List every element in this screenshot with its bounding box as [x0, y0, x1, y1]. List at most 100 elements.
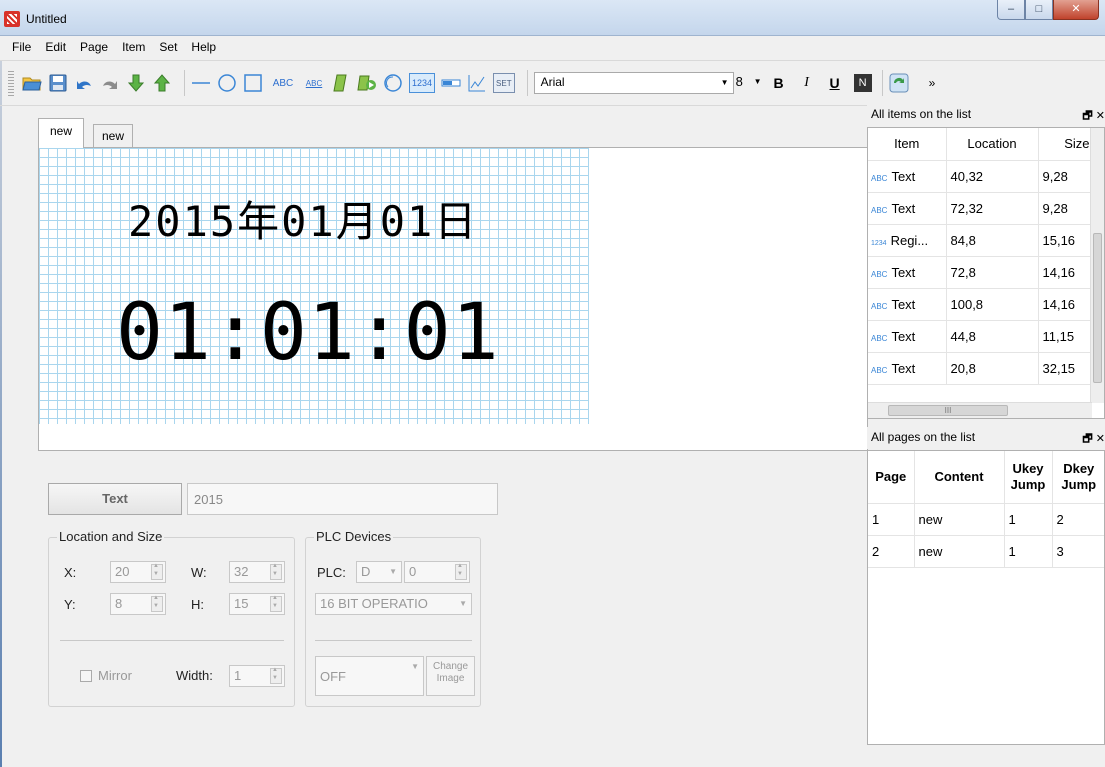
column-header[interactable]: Dkey Jump: [1052, 451, 1104, 504]
operation-select[interactable]: 16 BIT OPERATIO: [315, 593, 472, 615]
move-up-icon[interactable]: [152, 73, 172, 93]
italic-button[interactable]: I: [794, 72, 820, 94]
menu-page[interactable]: Page: [74, 38, 116, 58]
ukey-cell: 1: [1004, 535, 1053, 568]
table-row[interactable]: 2 new 1 3: [868, 535, 1104, 568]
location-cell: 44,8: [946, 320, 1039, 353]
column-header[interactable]: Size: [1038, 128, 1095, 161]
lcd-date-text[interactable]: 2015年01月01日: [128, 188, 478, 249]
size-cell: 9,28: [1038, 160, 1095, 193]
set-icon[interactable]: SET: [493, 73, 515, 93]
plc-address-spinbox[interactable]: 0: [404, 561, 470, 583]
font-select[interactable]: Arial: [533, 72, 734, 94]
menu-file[interactable]: File: [6, 38, 39, 58]
toolbar: ABC ABC 1234 SET Arial 8 B I U N »: [0, 60, 1105, 106]
plc-device-select[interactable]: D: [356, 561, 402, 583]
location-cell: 84,8: [946, 224, 1039, 257]
table-row[interactable]: ABC Text 40,32 9,28: [868, 160, 1095, 193]
table-row[interactable]: ABC Text 72,32 9,28: [868, 192, 1095, 225]
column-header[interactable]: Ukey Jump: [1004, 451, 1053, 504]
text-abc-icon[interactable]: ABC: [269, 73, 297, 93]
column-header[interactable]: Page: [868, 451, 915, 504]
lcd-canvas[interactable]: 2015年01月01日 01:01:01: [39, 148, 589, 424]
w-spinbox[interactable]: 32: [229, 561, 285, 583]
lcd-time-text[interactable]: 01:01:01: [116, 288, 500, 378]
table-row[interactable]: ABC Text 100,8 14,16: [868, 288, 1095, 321]
menu-set[interactable]: Set: [153, 38, 185, 58]
canvas-frame: 2015年01月01日 01:01:01: [38, 147, 868, 451]
refresh-icon[interactable]: [889, 73, 909, 93]
item-cell: ABC Text: [868, 288, 947, 321]
gauge-icon[interactable]: [383, 73, 403, 93]
scrollbar-thumb[interactable]: III: [888, 405, 1008, 416]
y-spinbox[interactable]: 8: [110, 593, 166, 615]
column-header[interactable]: Content: [914, 451, 1005, 504]
toolbar-separator: [881, 70, 883, 96]
close-button[interactable]: ✕: [1053, 0, 1099, 20]
save-icon[interactable]: [48, 73, 68, 93]
spin-arrows-icon[interactable]: [151, 563, 163, 580]
bold-button[interactable]: B: [766, 72, 792, 94]
trend-icon[interactable]: [467, 73, 487, 93]
text-abc-icon: ABC: [871, 333, 888, 343]
table-row[interactable]: ABC Text 44,8 11,15: [868, 320, 1095, 353]
line-icon[interactable]: [191, 73, 211, 93]
content-cell: new: [914, 535, 1005, 568]
underline-button[interactable]: U: [822, 72, 848, 94]
mirror-checkbox[interactable]: [80, 670, 92, 682]
maximize-button[interactable]: □: [1025, 0, 1053, 20]
column-header[interactable]: Item: [868, 128, 947, 161]
mirror-label: Mirror: [98, 668, 132, 683]
circle-icon[interactable]: [217, 73, 237, 93]
undo-icon[interactable]: [74, 73, 94, 93]
minimize-button[interactable]: –: [997, 0, 1025, 20]
menu-item[interactable]: Item: [116, 38, 153, 58]
spin-arrows-icon[interactable]: [151, 595, 163, 612]
column-header[interactable]: Location: [946, 128, 1039, 161]
bitmap-icon[interactable]: [331, 73, 351, 93]
register-icon[interactable]: 1234: [409, 73, 436, 93]
move-down-icon[interactable]: [126, 73, 146, 93]
spin-arrows-icon[interactable]: [455, 563, 467, 580]
open-folder-icon[interactable]: [22, 73, 42, 93]
spin-arrows-icon[interactable]: [270, 563, 282, 580]
redo-icon[interactable]: [100, 73, 120, 93]
font-size-select[interactable]: 8: [734, 72, 766, 94]
scrollbar-thumb[interactable]: [1093, 233, 1102, 383]
change-image-button[interactable]: Change Image: [426, 656, 475, 696]
item-type-button[interactable]: Text: [48, 483, 182, 515]
h-spinbox[interactable]: 15: [229, 593, 285, 615]
toolbar-overflow-button[interactable]: »: [929, 76, 936, 90]
state-select[interactable]: OFF: [315, 656, 424, 696]
vertical-scrollbar[interactable]: [1090, 128, 1104, 403]
tab-page-1[interactable]: new: [38, 118, 85, 148]
animation-icon[interactable]: [357, 73, 377, 93]
table-row[interactable]: 1234 Regi... 84,8 15,16: [868, 224, 1095, 257]
spin-arrows-icon[interactable]: [270, 667, 282, 684]
horizontal-scrollbar[interactable]: III: [868, 402, 1092, 418]
dock-buttons[interactable]: 🗗 ✕: [1082, 430, 1105, 449]
location-cell: 72,32: [946, 192, 1039, 225]
table-row[interactable]: ABC Text 20,8 32,15: [868, 352, 1095, 385]
menu-edit[interactable]: Edit: [39, 38, 74, 58]
dynamic-text-icon[interactable]: ABC: [303, 73, 325, 93]
spin-arrows-icon[interactable]: [270, 595, 282, 612]
dkey-cell: 3: [1052, 535, 1104, 568]
table-row[interactable]: ABC Text 72,8 14,16: [868, 256, 1095, 289]
width-spinbox[interactable]: 1: [229, 665, 285, 687]
table-row[interactable]: 1 new 1 2: [868, 503, 1104, 536]
rectangle-icon[interactable]: [243, 73, 263, 93]
menu-help[interactable]: Help: [185, 38, 224, 58]
text-value-field[interactable]: 2015: [187, 483, 498, 515]
normal-button[interactable]: N: [853, 74, 872, 92]
dock-buttons[interactable]: 🗗 ✕: [1082, 107, 1105, 126]
size-cell: 15,16: [1038, 224, 1095, 257]
text-abc-icon: ABC: [871, 301, 888, 311]
items-list: Item Location Size ABC Text 40,32 9,28 AB…: [867, 127, 1105, 419]
toolbar-grip[interactable]: [8, 71, 14, 97]
item-cell: ABC Text: [868, 160, 947, 193]
bar-icon[interactable]: [441, 73, 461, 93]
size-cell: 14,16: [1038, 288, 1095, 321]
pages-table: Page Content Ukey Jump Dkey Jump 1 new 1…: [868, 451, 1104, 568]
x-spinbox[interactable]: 20: [110, 561, 166, 583]
